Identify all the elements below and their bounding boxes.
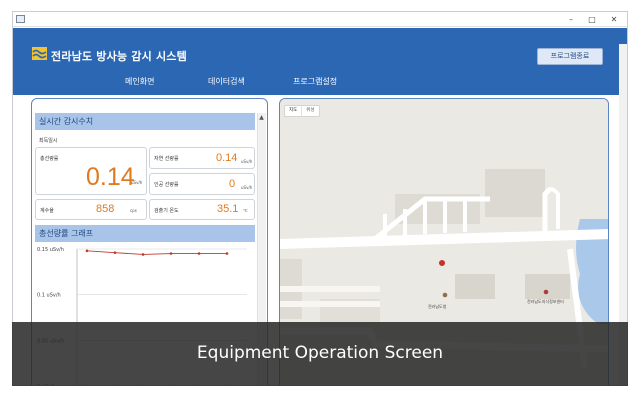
chart-data-point [197, 252, 201, 255]
total-dose-unit: uSv/h [131, 180, 143, 185]
map-type-satellite-button[interactable]: 위성 [301, 106, 318, 116]
total-dose-value: 0.14 [86, 163, 135, 191]
chart-data-point [141, 253, 145, 256]
chart-y-tick-label: 0.15 uSv/h [37, 247, 64, 253]
total-dose-card: 총선량률 0.14 uSv/h [35, 147, 147, 195]
exit-program-button[interactable]: 프로그램종료 [537, 48, 603, 65]
app-icon [16, 15, 25, 23]
chart-data-point [169, 252, 173, 255]
total-dose-label: 총선량률 [40, 156, 59, 162]
caption-banner: Equipment Operation Screen [12, 322, 628, 386]
artificial-dose-unit: uSv/h [241, 185, 253, 190]
nav-main-screen[interactable]: 메인화면 [125, 76, 154, 87]
chart-data-point [225, 252, 229, 255]
map-label-info-center: 전라남도지식정보센터 [527, 299, 564, 304]
map-label-provincial-office: 전라남도청 [428, 304, 447, 309]
natural-dose-value: 0.14 [216, 152, 238, 164]
realtime-section-title: 실시간 감시수치 [35, 113, 255, 130]
app-title: 전라남도 방사능 감시 시스템 [51, 50, 187, 63]
app-header: 전라남도 방사능 감시 시스템 프로그램종료 메인화면 데이터검색 프로그램설정 [13, 28, 627, 95]
window-title-bar: – □ ✕ [13, 12, 627, 27]
maximize-button[interactable]: □ [582, 12, 602, 27]
natural-dose-card: 자연 선량률 0.14 uSv/h [149, 147, 255, 169]
chart-y-tick-label: 0.1 uSv/h [37, 293, 61, 299]
detector-temp-card: 검출기 온도 35.1 ℃ [149, 199, 255, 220]
nav-data-search[interactable]: 데이터검색 [208, 76, 245, 87]
chart-series-line [86, 250, 227, 255]
count-rate-unit: cps [130, 208, 137, 213]
chart-data-point [113, 251, 117, 254]
detector-temp-unit: ℃ [243, 208, 248, 213]
minimize-button[interactable]: – [561, 12, 581, 27]
chart-data-point [85, 249, 89, 253]
detector-temp-value: 35.1 [217, 203, 239, 215]
graph-section-title: 총선량률 그래프 [35, 225, 255, 242]
natural-dose-label: 자연 선량률 [154, 156, 179, 162]
count-rate-label: 계수율 [40, 208, 54, 214]
scroll-up-arrow-icon[interactable]: ▲ [257, 113, 266, 122]
count-rate-card: 계수율 858 cps [35, 199, 147, 220]
map-type-map-button[interactable]: 지도 [285, 106, 301, 116]
artificial-dose-card: 인공 선량률 0 uSv/h [149, 173, 255, 195]
receive-time-label: 최득일시 [39, 138, 58, 144]
artificial-dose-value: 0 [229, 178, 236, 190]
map-type-toggle[interactable]: 지도 위성 [284, 105, 320, 117]
count-rate-value: 858 [96, 203, 115, 215]
caption-text: Equipment Operation Screen [196, 343, 444, 363]
logo-icon [32, 47, 47, 60]
nav-program-settings[interactable]: 프로그램설정 [293, 76, 337, 87]
artificial-dose-label: 인공 선량률 [154, 182, 179, 188]
close-button[interactable]: ✕ [604, 12, 624, 27]
detector-temp-label: 검출기 온도 [154, 208, 179, 214]
natural-dose-unit: uSv/h [241, 159, 253, 164]
